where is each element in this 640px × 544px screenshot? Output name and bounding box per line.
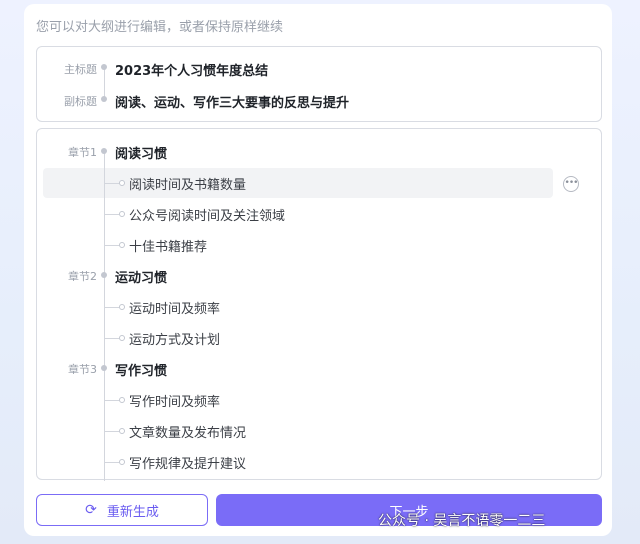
main-title-label: 主标题 bbox=[64, 63, 97, 76]
edit-hint: 您可以对大纲进行编辑，或者保持原样继续 bbox=[36, 20, 284, 35]
chapter-3-item-1[interactable]: 写作时间及频率 bbox=[129, 391, 220, 410]
branch-line bbox=[105, 400, 119, 401]
branch-line bbox=[105, 307, 119, 308]
chapter-3-bullet bbox=[101, 365, 107, 371]
chapter-3-label: 章节3 bbox=[68, 363, 97, 376]
branch-line bbox=[105, 338, 119, 339]
branch-dot bbox=[119, 428, 125, 434]
main-title-bullet bbox=[101, 64, 107, 70]
branch-dot bbox=[119, 211, 125, 217]
sub-title-bullet bbox=[101, 96, 107, 102]
chapter-2-label: 章节2 bbox=[68, 270, 97, 283]
main-title-value[interactable]: 2023年个人习惯年度总结 bbox=[115, 60, 268, 79]
branch-line bbox=[105, 245, 119, 246]
outline-card: ••• 章节1 阅读习惯 阅读时间及书籍数量 公众号阅读时间及关注领域 十佳书籍… bbox=[36, 128, 602, 481]
refresh-icon: ⟳ bbox=[85, 502, 97, 518]
branch-line bbox=[105, 431, 119, 432]
chapter-2-title[interactable]: 运动习惯 bbox=[115, 267, 167, 286]
chapter-2-item-2[interactable]: 运动方式及计划 bbox=[129, 329, 220, 348]
branch-dot bbox=[119, 335, 125, 341]
outline-editor-panel: 您可以对大纲进行编辑，或者保持原样继续 主标题 2023年个人习惯年度总结 副标… bbox=[24, 4, 612, 536]
branch-dot bbox=[119, 304, 125, 310]
chapter-3-item-2[interactable]: 文章数量及发布情况 bbox=[129, 422, 246, 441]
branch-dot bbox=[119, 459, 125, 465]
titles-card: 主标题 2023年个人习惯年度总结 副标题 阅读、运动、写作三大要事的反思与提升 bbox=[36, 46, 602, 122]
chapter-2-bullet bbox=[101, 272, 107, 278]
branch-dot bbox=[119, 180, 125, 186]
chapter-1-label: 章节1 bbox=[68, 146, 97, 159]
regenerate-button-label: 重新生成 bbox=[106, 504, 159, 520]
regenerate-button[interactable]: ⟳ 重新生成 bbox=[36, 494, 208, 526]
chapter-1-item-2[interactable]: 公众号阅读时间及关注领域 bbox=[129, 205, 285, 224]
branch-dot bbox=[119, 397, 125, 403]
chapter-1-bullet bbox=[101, 148, 107, 154]
chapter-3-title[interactable]: 写作习惯 bbox=[115, 360, 167, 379]
branch-dot bbox=[119, 242, 125, 248]
sub-title-value[interactable]: 阅读、运动、写作三大要事的反思与提升 bbox=[115, 92, 349, 111]
chapter-1-item-1[interactable]: 阅读时间及书籍数量 bbox=[129, 174, 246, 193]
sub-title-label: 副标题 bbox=[64, 95, 97, 108]
wechat-watermark: 公众号 · 吴言不语零一二三 bbox=[378, 513, 546, 529]
chapter-3-item-3[interactable]: 写作规律及提升建议 bbox=[129, 453, 246, 472]
chapter-1-item-3[interactable]: 十佳书籍推荐 bbox=[129, 236, 207, 255]
branch-line bbox=[105, 214, 119, 215]
chapter-2-item-1[interactable]: 运动时间及频率 bbox=[129, 298, 220, 317]
more-horizontal-icon[interactable]: ••• bbox=[563, 176, 579, 192]
branch-line bbox=[105, 183, 119, 184]
chapter-1-title[interactable]: 阅读习惯 bbox=[115, 143, 167, 162]
branch-line bbox=[105, 462, 119, 463]
